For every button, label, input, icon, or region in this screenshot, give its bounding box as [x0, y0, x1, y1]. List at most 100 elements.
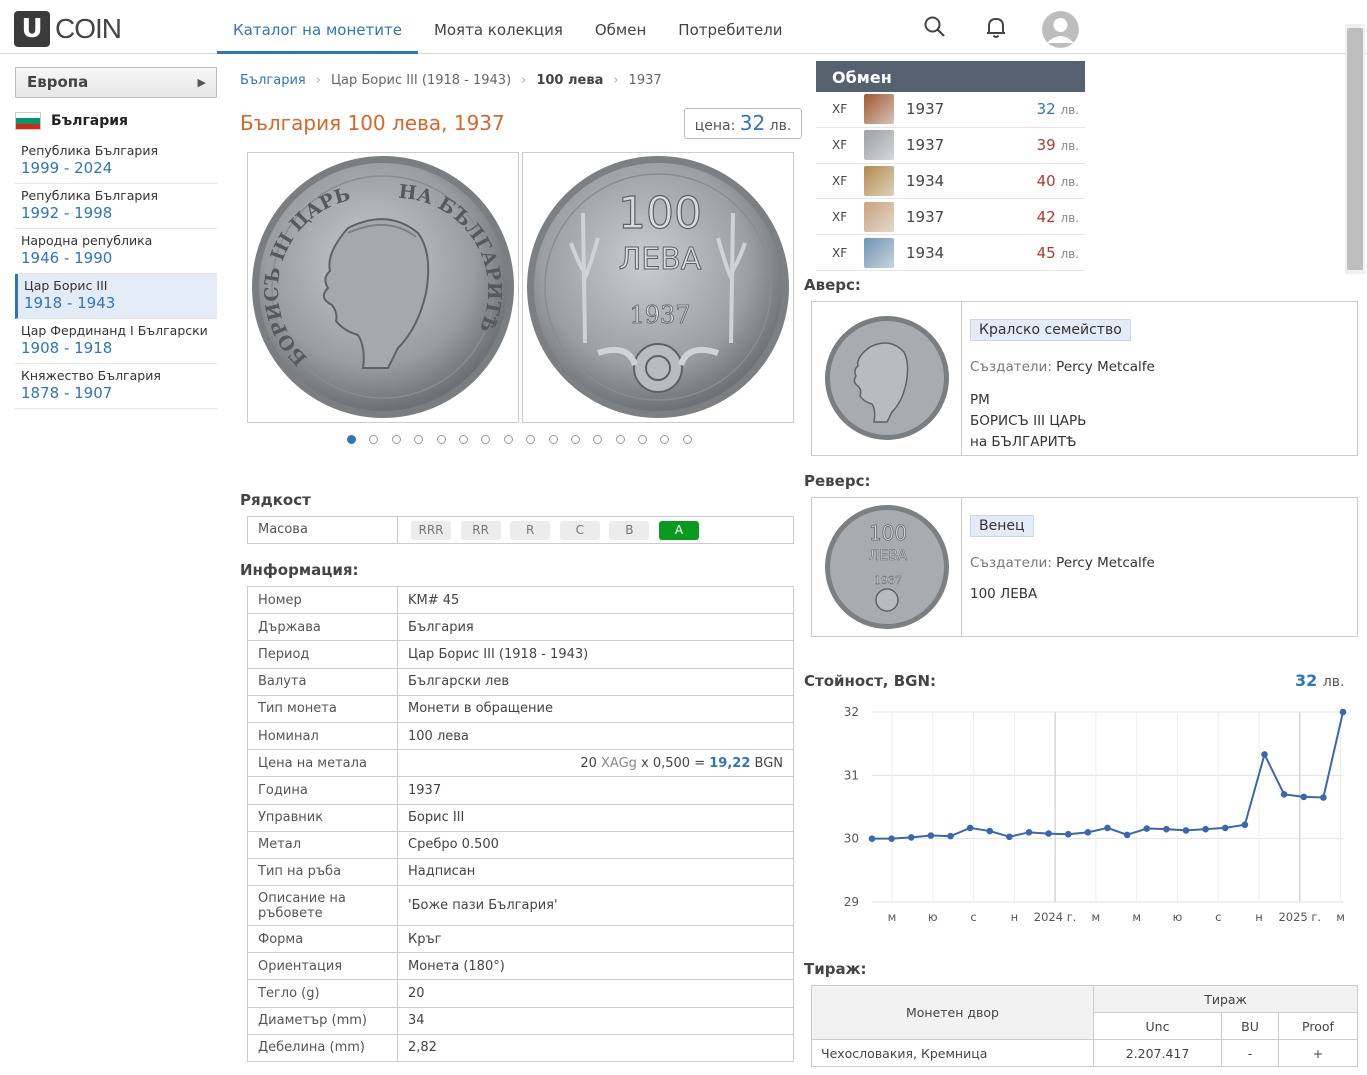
x-tick-label: м — [1092, 910, 1101, 924]
creators-name[interactable]: Percy Metcalfe — [1056, 359, 1155, 375]
metal-price-part: x 0,500 = — [636, 755, 710, 771]
table-row: Валута Български лев — [247, 667, 794, 696]
period-list: Република България 1999 - 2024 Република … — [15, 139, 217, 409]
breadcrumb-separator: › — [315, 73, 321, 88]
info-value: 1937 — [397, 776, 794, 805]
period-item[interactable]: Княжество България 1878 - 1907 — [15, 364, 217, 409]
value-line-chart[interactable]: 32 31 30 29 м ю с н 2024 г. м м ю с н 2025 г. м — [804, 700, 1354, 930]
x-tick-label: 2024 г. — [1034, 910, 1077, 924]
gallery-dot[interactable] — [638, 435, 648, 444]
breadcrumb-period[interactable]: Цар Борис III (1918 - 1943) — [331, 73, 511, 88]
gallery-dot[interactable] — [458, 435, 468, 444]
creators-name[interactable]: Percy Metcalfe — [1056, 555, 1155, 571]
table-row: Номинал 100 лева — [247, 721, 794, 751]
user-avatar-icon[interactable] — [1042, 11, 1079, 48]
exchange-row[interactable]: XF 1934 45 лв. — [816, 235, 1085, 271]
exchange-thumbnail[interactable] — [864, 165, 894, 196]
gallery-dot[interactable] — [436, 435, 446, 444]
period-years: 1992 - 1998 — [21, 204, 113, 222]
gallery-dot[interactable] — [593, 435, 603, 444]
breadcrumb-denomination[interactable]: 100 лева — [536, 73, 603, 88]
info-value: Български лев — [397, 667, 794, 696]
data-point — [888, 835, 895, 842]
info-value: Монети в обращение — [397, 694, 794, 723]
reverse-image[interactable]: 100 ЛЕВА 1937 — [522, 152, 794, 423]
gallery-dot[interactable] — [682, 435, 692, 444]
region-selector[interactable]: Европа ▶ — [15, 67, 217, 98]
exchange-grade: XF — [832, 173, 848, 188]
reverse-tag[interactable]: Венец — [970, 515, 1034, 537]
exchange-thumbnail[interactable] — [864, 130, 894, 161]
scrollbar-thumb[interactable] — [1347, 28, 1363, 270]
exchange-row[interactable]: XF 1937 42 лв. — [816, 199, 1085, 236]
metal-price-part: XAGg — [601, 755, 637, 771]
x-tick-label: м — [1336, 910, 1345, 924]
info-key: Ориентация — [247, 952, 398, 981]
obverse-thumbnail[interactable] — [812, 302, 962, 455]
nav-swap[interactable]: Обмен — [579, 0, 662, 54]
reverse-heading: Реверс: — [804, 472, 871, 490]
rarity-chip: C — [559, 520, 600, 540]
reverse-currency: ЛЕВА — [619, 242, 702, 277]
proof-header: Proof — [1278, 1012, 1358, 1040]
period-item[interactable]: Цар Фердинанд I Български 1908 - 1918 — [15, 319, 217, 364]
x-tick-label: м — [1132, 910, 1141, 924]
table-row: Диаметър (mm) 34 — [247, 1006, 794, 1035]
breadcrumb-year: 1937 — [628, 73, 662, 88]
mint-name[interactable]: Чехословакия, Кремница — [811, 1039, 1094, 1067]
table-row: Управник Борис III — [247, 803, 794, 832]
nav-users[interactable]: Потребители — [662, 0, 798, 54]
data-point — [1025, 829, 1033, 836]
exchange-thumbnail[interactable] — [864, 201, 894, 232]
nav-my-collection[interactable]: Моята колекция — [418, 0, 579, 54]
exchange-row[interactable]: XF 1937 39 лв. — [816, 128, 1085, 164]
exchange-thumbnail[interactable] — [864, 94, 894, 125]
gallery-dot[interactable] — [391, 435, 401, 444]
gallery-dot[interactable] — [570, 435, 580, 444]
info-key: Тегло (g) — [247, 979, 398, 1008]
exchange-row[interactable]: XF 1934 40 лв. — [816, 164, 1085, 200]
bell-icon[interactable] — [983, 14, 1009, 40]
gallery-dot[interactable] — [481, 435, 491, 444]
search-icon[interactable] — [922, 14, 948, 40]
gallery-dot[interactable] — [615, 435, 625, 444]
breadcrumb-country[interactable]: България — [240, 73, 306, 88]
period-years: 1946 - 1990 — [21, 249, 113, 267]
data-point — [1064, 830, 1072, 838]
info-key: Държава — [247, 613, 398, 642]
gallery-dot[interactable] — [503, 435, 513, 444]
ucoin-logo[interactable]: U COIN — [14, 11, 122, 47]
period-item[interactable]: Народна република 1946 - 1990 — [15, 229, 217, 274]
reverse-year: 1937 — [629, 301, 690, 329]
svg-text:1937: 1937 — [874, 574, 902, 587]
period-item[interactable]: Република България 1992 - 1998 — [15, 184, 217, 229]
gallery-dot[interactable] — [660, 435, 670, 444]
table-row: Номер KM# 45 — [247, 585, 794, 615]
exchange-year: 1937 — [906, 136, 945, 155]
period-item-active[interactable]: Цар Борис III 1918 - 1943 — [15, 274, 217, 319]
exchange-thumbnail[interactable] — [864, 237, 894, 268]
nav-coin-catalog[interactable]: Каталог на монетите — [217, 0, 418, 54]
gallery-dot[interactable] — [414, 435, 424, 444]
table-row: Чехословакия, Кремница 2.207.417 - + — [811, 1039, 1358, 1067]
obverse-tag[interactable]: Кралско семейство — [970, 319, 1131, 341]
logo-letter: U — [14, 11, 50, 47]
country-heading[interactable]: България — [15, 112, 128, 130]
obverse-image[interactable]: БОРИСЪ III ЦАРЬ НА БЪЛГАРИТѢ — [247, 152, 519, 423]
metal-price-part[interactable]: 19,22 — [709, 756, 750, 771]
x-tick-label: м — [888, 910, 897, 924]
y-tick-label: 29 — [844, 895, 859, 909]
data-point — [907, 834, 915, 841]
data-point — [1123, 831, 1131, 839]
reverse-thumbnail[interactable]: 100 ЛЕВА 1937 — [812, 498, 962, 636]
mint-column-header: Монетен двор — [811, 985, 1094, 1040]
gallery-dot[interactable] — [526, 435, 536, 444]
period-item[interactable]: Република България 1999 - 2024 — [15, 139, 217, 184]
gallery-dot[interactable] — [548, 435, 558, 444]
exchange-price: 39 лв. — [1036, 136, 1079, 155]
exchange-row[interactable]: XF 1937 32 лв. — [816, 92, 1085, 128]
period-name: Цар Фердинанд I Български — [21, 323, 208, 338]
gallery-dot[interactable] — [369, 435, 379, 444]
data-point — [1163, 825, 1170, 833]
gallery-dot[interactable] — [347, 435, 356, 444]
